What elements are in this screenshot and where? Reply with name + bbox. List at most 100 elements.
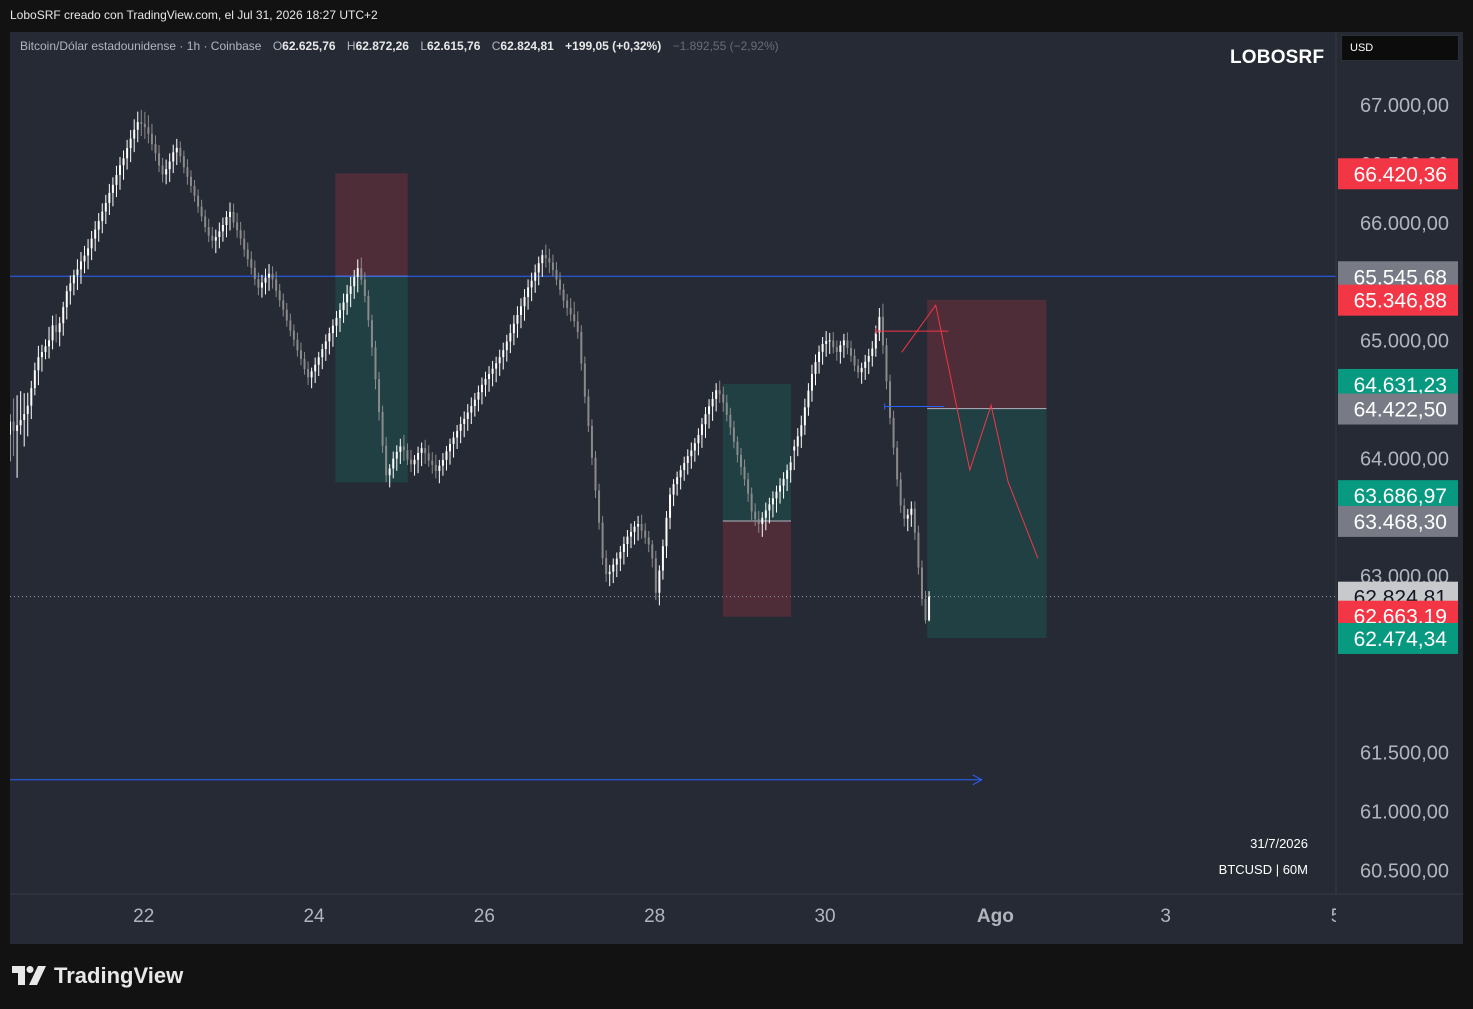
snapshot-date: 31/7/2026 [1250,836,1308,851]
candle [786,470,789,479]
candle [743,466,746,480]
candle [229,211,232,218]
candle [658,570,661,593]
candle [700,424,703,435]
candle [505,341,508,351]
candle [456,430,459,438]
candle [40,352,43,358]
candle [889,381,892,418]
candle [576,321,579,333]
low-value: 62.615,76 [427,39,481,53]
candle [803,407,806,426]
candle [175,147,178,153]
candle [835,347,838,352]
candle [871,348,874,356]
candle [200,206,203,217]
candle [395,451,398,459]
candle [257,279,260,288]
candle [885,345,888,382]
high-value: 62.872,26 [355,39,409,53]
candle [463,418,466,425]
candle [846,340,849,349]
y-tick-label: 64.000,00 [1360,448,1449,470]
candle [498,357,501,364]
candle [477,392,480,400]
session-change-value: −1.892,55 (−2,92%) [672,39,779,53]
candle [573,314,576,322]
candle [285,309,288,321]
candle [83,255,86,262]
candle [761,517,764,524]
price-label: 62.474,34 [1338,622,1458,654]
candle [87,248,90,256]
candle [94,229,97,239]
candle [697,434,700,444]
candle [580,332,583,364]
candle [16,425,19,431]
candle [253,267,256,280]
candle [133,129,136,139]
price-label-text: 66.420,36 [1354,163,1447,186]
price-label-text: 63.468,30 [1354,511,1447,534]
symbol-name[interactable]: Bitcoin/Dólar estadounidense · 1h · Coin… [20,39,261,53]
candle [665,517,668,547]
candle [842,340,845,346]
candle [676,477,679,485]
candle [541,255,544,264]
candle [512,323,515,334]
x-tick-label: 28 [644,906,665,927]
currency-selector[interactable]: USD [1341,35,1459,61]
candle [906,514,909,519]
candle [111,184,114,193]
candle [289,320,292,331]
candle [168,161,171,170]
candle [307,369,310,378]
candle [243,238,246,250]
candle [601,522,604,559]
candle [466,412,469,419]
candle [342,302,345,311]
candle [33,370,36,389]
candle [97,221,100,230]
candle [548,258,551,263]
price-chart[interactable]: 2224262830Ago3567.500,0067.000,0066.500,… [10,32,1463,944]
candle [729,414,732,428]
candle [48,340,51,347]
candle [26,405,29,415]
price-label-text: 62.474,34 [1354,628,1448,651]
candle [860,367,863,373]
candle [693,443,696,451]
position-target-zone-1 [722,383,791,521]
candle [867,355,870,362]
candle [527,287,530,297]
candle [839,345,842,352]
candle [282,300,285,310]
candle [76,269,79,276]
tradingview-brand: TradingView [54,963,184,988]
candle [747,479,750,494]
candle [622,544,625,553]
candle [115,174,118,185]
candle [179,147,182,157]
candle [672,484,675,495]
candle [832,340,835,348]
tradingview-logo[interactable]: TradingView [12,963,183,989]
position-stop-zone-2 [927,299,1047,409]
position-target-zone-2 [927,408,1047,638]
candle [431,460,434,465]
candle [385,445,388,476]
candle [679,470,682,478]
candle [452,437,455,445]
candle [725,402,728,415]
candle [19,420,22,426]
candle [502,350,505,358]
candle [640,523,643,531]
candle [605,558,608,575]
candle [427,453,430,461]
open-label: O [272,39,283,53]
candle [275,279,278,291]
candle [58,323,61,333]
candle [718,390,721,395]
candle [331,325,334,334]
candle [789,462,792,471]
